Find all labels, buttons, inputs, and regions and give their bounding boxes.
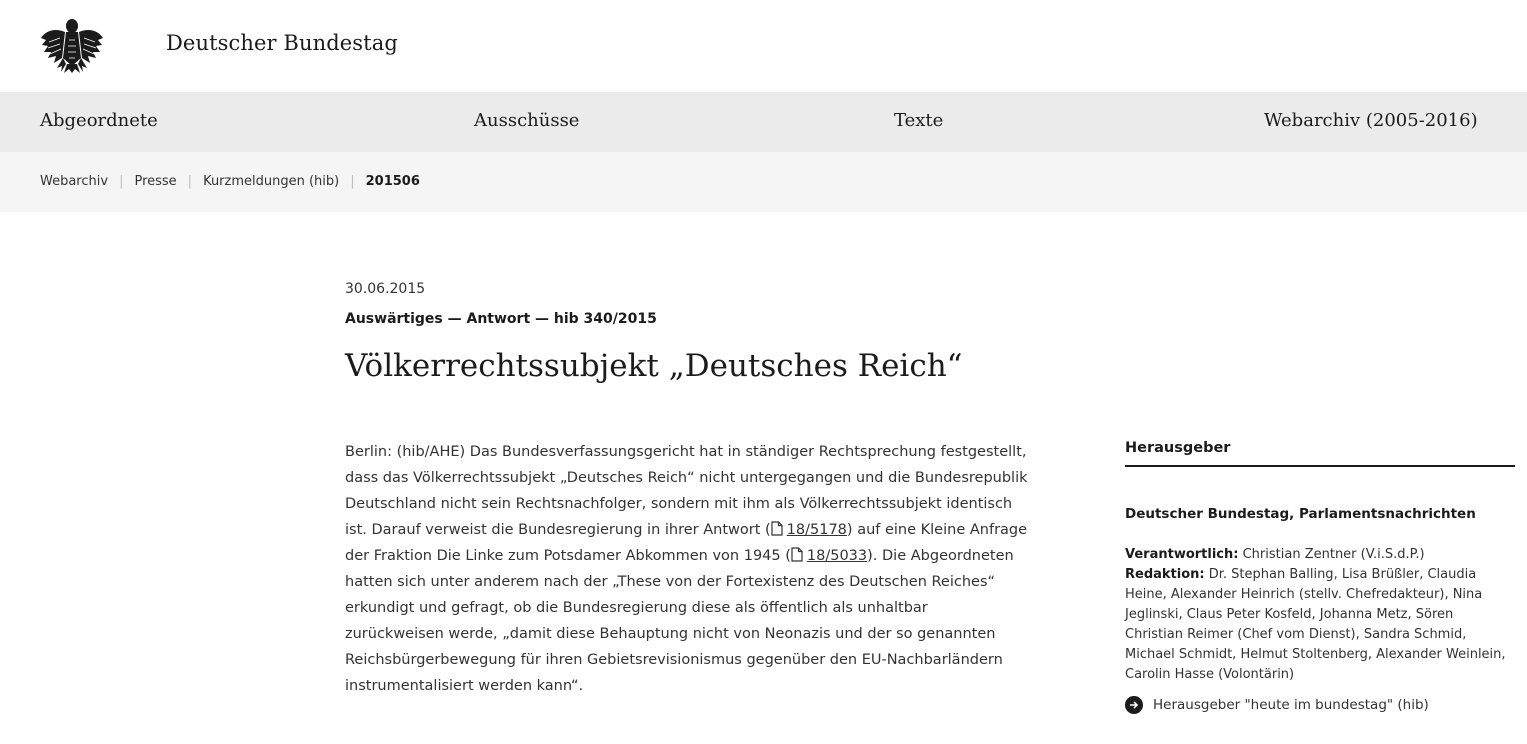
article-headline: Völkerrechtssubjekt „Deutsches Reich“	[345, 348, 963, 384]
arrow-right-circle-icon	[1125, 696, 1143, 714]
publisher-hib-link-label: Herausgeber "heute im bundestag" (hib)	[1153, 697, 1429, 713]
article-kicker: Auswärtiges — Antwort — hib 340/2015	[345, 311, 657, 327]
breadcrumb-link-kurzmeldungen[interactable]: Kurzmeldungen (hib)	[203, 174, 339, 189]
nav-item-abgeordnete[interactable]: Abgeordnete	[40, 110, 158, 131]
document-link-18-5033[interactable]: 18/5033	[807, 548, 867, 564]
document-icon	[771, 521, 783, 536]
federal-eagle-icon[interactable]	[40, 16, 104, 74]
publisher-hib-link[interactable]: Herausgeber "heute im bundestag" (hib)	[1125, 696, 1429, 714]
breadcrumb-separator: |	[350, 174, 355, 189]
document-icon	[791, 547, 803, 562]
sidebar-publisher: Herausgeber Deutscher Bundestag, Parlame…	[1125, 440, 1515, 714]
responsible-value: Christian Zentner (V.i.S.d.P.)	[1242, 547, 1425, 562]
nav-item-webarchiv[interactable]: Webarchiv (2005-2016)	[1264, 110, 1478, 131]
breadcrumb-link-webarchiv[interactable]: Webarchiv	[40, 174, 108, 189]
responsible-label: Verantwortlich:	[1125, 547, 1239, 562]
nav-item-texte[interactable]: Texte	[894, 110, 943, 131]
article-body: Berlin: (hib/AHE) Das Bundesverfassungsg…	[345, 439, 1030, 699]
publisher-name: Deutscher Bundestag, Parlamentsnachricht…	[1125, 506, 1476, 522]
article-date: 30.06.2015	[345, 281, 426, 297]
site-title[interactable]: Deutscher Bundestag	[166, 31, 398, 55]
editorial-label: Redaktion:	[1125, 567, 1205, 582]
site-header: Deutscher Bundestag	[0, 0, 1527, 92]
nav-item-ausschuesse[interactable]: Ausschüsse	[474, 110, 579, 131]
sidebar-heading: Herausgeber	[1125, 440, 1515, 467]
document-link-18-5178[interactable]: 18/5178	[787, 522, 847, 538]
editorial-credits: Verantwortlich: Christian Zentner (V.i.S…	[1125, 545, 1515, 685]
main-navigation: Abgeordnete Ausschüsse Texte Webarchiv (…	[0, 92, 1527, 152]
editorial-value: Dr. Stephan Balling, Lisa Brüßler, Claud…	[1125, 567, 1506, 682]
breadcrumb-link-presse[interactable]: Presse	[134, 174, 176, 189]
breadcrumb-current: 201506	[365, 174, 420, 189]
breadcrumb-separator: |	[119, 174, 124, 189]
breadcrumb: Webarchiv | Presse | Kurzmeldungen (hib)…	[0, 152, 1527, 212]
article-text: ). Die Abgeordneten hatten sich unter an…	[345, 548, 1014, 694]
breadcrumb-separator: |	[187, 174, 193, 189]
